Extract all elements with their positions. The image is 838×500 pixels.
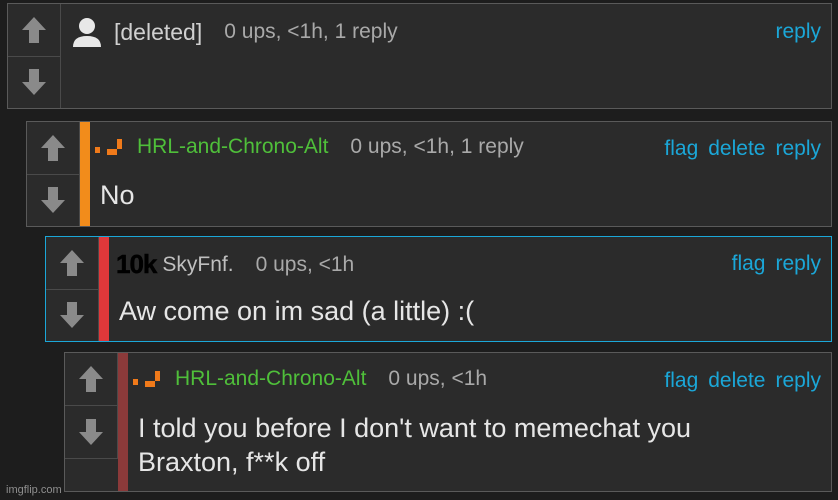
- thread-stripe: [80, 122, 90, 226]
- downvote-button[interactable]: [65, 406, 117, 459]
- upvote-button[interactable]: [65, 353, 117, 406]
- comment-text-line: Braxton, f**k off: [138, 447, 326, 477]
- reply-link[interactable]: reply: [775, 369, 821, 393]
- arrow-up-icon: [60, 249, 84, 276]
- rank-bars-icon: [95, 137, 129, 157]
- comment-memechat: HRL-and-Chrono-Alt 0 ups, <1h flag delet…: [64, 352, 832, 492]
- user-avatar-icon: [73, 18, 101, 47]
- downvote-button[interactable]: [27, 175, 79, 227]
- rank-bars-icon: [133, 369, 167, 389]
- upvote-button[interactable]: [46, 237, 98, 290]
- comment-meta: 0 ups, <1h: [388, 367, 488, 390]
- flag-link[interactable]: flag: [664, 137, 698, 161]
- comment-text: No: [100, 180, 135, 210]
- thread-stripe: [118, 353, 128, 491]
- thread-stripe: [99, 237, 109, 341]
- comment-deleted: [deleted] 0 ups, <1h, 1 reply reply: [7, 3, 832, 109]
- arrow-up-icon: [22, 16, 46, 43]
- comment-no: HRL-and-Chrono-Alt 0 ups, <1h, 1 reply f…: [26, 121, 832, 227]
- arrow-down-icon: [22, 69, 46, 96]
- arrow-up-icon: [79, 366, 103, 392]
- delete-link[interactable]: delete: [708, 137, 765, 161]
- comment-text: I told you before I don't want to memech…: [138, 411, 691, 479]
- upvote-button[interactable]: [8, 4, 60, 57]
- upvote-button[interactable]: [27, 122, 79, 175]
- flag-link[interactable]: flag: [664, 369, 698, 393]
- comment-username[interactable]: [deleted]: [114, 19, 202, 46]
- reply-link[interactable]: reply: [775, 20, 821, 44]
- comment-text-line: I told you before I don't want to memech…: [138, 413, 691, 443]
- arrow-down-icon: [60, 302, 84, 329]
- downvote-button[interactable]: [8, 57, 60, 109]
- reply-link[interactable]: reply: [775, 137, 821, 161]
- comment-sad: 10k SkyFnf. 0 ups, <1h flag reply Aw com…: [45, 236, 832, 342]
- comment-meta: 0 ups, <1h, 1 reply: [350, 135, 524, 158]
- comment-text: Aw come on im sad (a little) :(: [119, 296, 475, 326]
- arrow-down-icon: [79, 419, 103, 445]
- imgflip-watermark: imgflip.com: [6, 484, 62, 496]
- reply-link[interactable]: reply: [775, 252, 821, 276]
- vote-column: [46, 237, 99, 341]
- rank-badge: 10k: [116, 249, 158, 280]
- comment-username[interactable]: SkyFnf.: [162, 253, 233, 277]
- flag-link[interactable]: flag: [732, 252, 766, 276]
- comment-username[interactable]: HRL-and-Chrono-Alt: [137, 135, 328, 159]
- arrow-down-icon: [41, 187, 65, 214]
- vote-column: [65, 353, 118, 459]
- comment-meta: 0 ups, <1h: [255, 252, 355, 276]
- vote-column: [8, 4, 61, 108]
- comment-meta: 0 ups, <1h, 1 reply: [224, 20, 398, 43]
- downvote-button[interactable]: [46, 290, 98, 342]
- vote-column: [27, 122, 80, 226]
- comment-username[interactable]: HRL-and-Chrono-Alt: [175, 367, 366, 391]
- arrow-up-icon: [41, 134, 65, 161]
- delete-link[interactable]: delete: [708, 369, 765, 393]
